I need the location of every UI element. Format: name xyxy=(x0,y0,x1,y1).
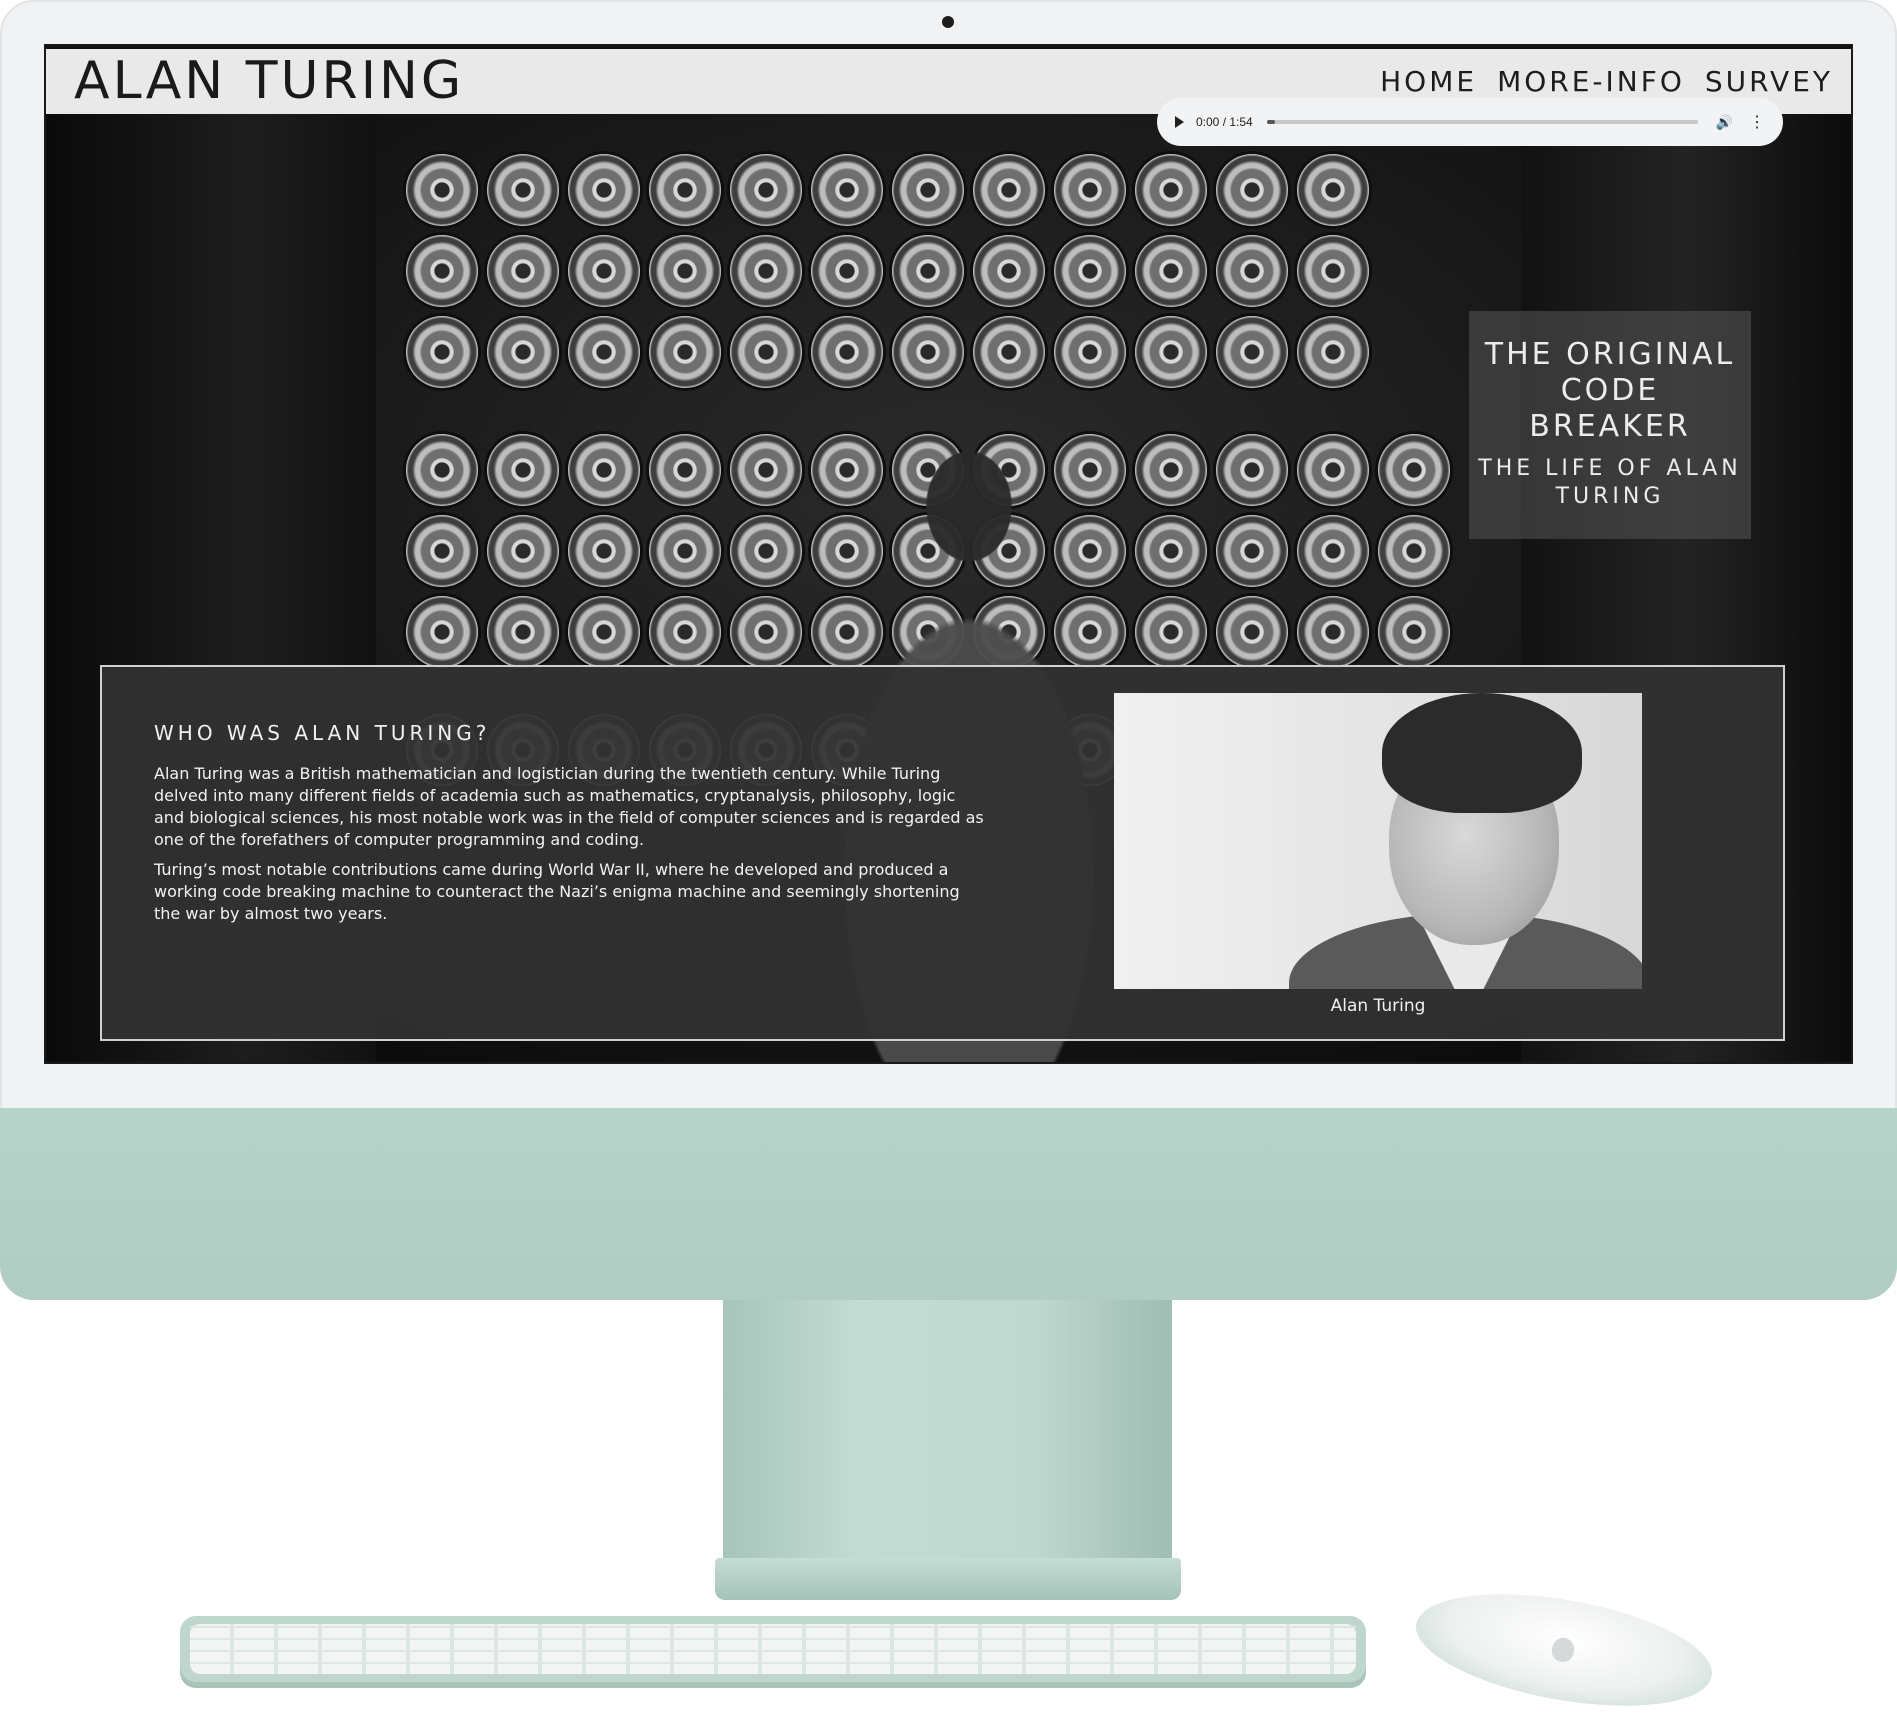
rotor-drum xyxy=(649,596,721,668)
rotor-drum xyxy=(649,235,721,307)
rotor-drum xyxy=(1297,596,1369,668)
camera-icon xyxy=(942,16,954,28)
rotor-drum xyxy=(1378,596,1450,668)
hero-tagline: THE ORIGINAL CODE BREAKER THE LIFE OF AL… xyxy=(1469,311,1751,539)
rotor-drum xyxy=(892,235,964,307)
rotor-drum xyxy=(1297,515,1369,587)
rotor-drum xyxy=(811,154,883,226)
rotor-drum xyxy=(892,316,964,388)
magic-mouse xyxy=(1407,1574,1721,1725)
rotor-drum xyxy=(730,515,802,587)
rotor-drum xyxy=(487,316,559,388)
rotor-drum xyxy=(406,596,478,668)
rotor-drum xyxy=(568,515,640,587)
imac-stand-foot xyxy=(715,1558,1181,1600)
more-vertical-icon[interactable]: ⋮ xyxy=(1749,112,1765,132)
rotor-drum xyxy=(1297,154,1369,226)
audio-time: 0:00 / 1:54 xyxy=(1196,115,1253,129)
rotor-drum xyxy=(406,434,478,506)
rotor-drum xyxy=(1054,154,1126,226)
rotor-drum xyxy=(406,316,478,388)
hero-subheadline: THE LIFE OF ALAN TURING xyxy=(1478,456,1742,509)
rotor-drum xyxy=(1135,434,1207,506)
rotor-drum xyxy=(406,154,478,226)
rotor-drum xyxy=(406,235,478,307)
rotor-drum xyxy=(811,235,883,307)
rotor-drum xyxy=(730,596,802,668)
rotor-drum xyxy=(1297,235,1369,307)
rotor-drum xyxy=(1135,154,1207,226)
info-text: Alan Turing was a British mathematician … xyxy=(154,763,984,933)
browser-viewport: ALAN TURING HOME MORE-INFO SURVEY 0:00 /… xyxy=(44,44,1853,1064)
keyboard xyxy=(180,1616,1366,1688)
rotor-drum xyxy=(1216,596,1288,668)
portrait-hair xyxy=(1382,693,1582,813)
rotor-drum xyxy=(1054,235,1126,307)
rotor-drum xyxy=(1378,434,1450,506)
alan-turing-portrait xyxy=(1114,693,1642,989)
rotor-drum xyxy=(730,235,802,307)
audio-player[interactable]: 0:00 / 1:54 🔊 ⋮ xyxy=(1157,98,1783,146)
info-paragraph-1: Alan Turing was a British mathematician … xyxy=(154,764,984,849)
info-heading: WHO WAS ALAN TURING? xyxy=(154,721,491,745)
keyboard-keys xyxy=(190,1624,1356,1674)
rotor-drum xyxy=(568,316,640,388)
rotor-drum xyxy=(1216,316,1288,388)
site-title[interactable]: ALAN TURING xyxy=(74,51,464,111)
rotor-drum xyxy=(1135,515,1207,587)
rotor-drum xyxy=(973,235,1045,307)
rotor-drum xyxy=(1216,515,1288,587)
portrait-caption: Alan Turing xyxy=(1330,996,1426,1016)
audio-progress-bar[interactable] xyxy=(1266,120,1698,124)
rotor-drum xyxy=(811,316,883,388)
rotor-drum xyxy=(649,434,721,506)
imac-chin xyxy=(0,1108,1897,1300)
rotor-drum xyxy=(487,596,559,668)
info-card: WHO WAS ALAN TURING? Alan Turing was a B… xyxy=(100,665,1785,1041)
info-paragraph-2: Turing’s most notable contributions came… xyxy=(154,860,960,923)
rotor-drum xyxy=(487,515,559,587)
rotor-drum xyxy=(1216,434,1288,506)
rotor-drum xyxy=(1135,596,1207,668)
rotor-drum xyxy=(649,154,721,226)
rotor-drum xyxy=(1054,316,1126,388)
imac-stand xyxy=(723,1300,1172,1575)
rotor-drum xyxy=(1297,316,1369,388)
volume-icon[interactable]: 🔊 xyxy=(1716,114,1733,131)
rotor-drum xyxy=(1135,316,1207,388)
rotor-drum xyxy=(568,154,640,226)
imac-display: ALAN TURING HOME MORE-INFO SURVEY 0:00 /… xyxy=(0,0,1897,1300)
rotor-drum xyxy=(568,596,640,668)
rotor-drum xyxy=(730,154,802,226)
hero-headline: THE ORIGINAL CODE BREAKER xyxy=(1484,337,1736,444)
play-icon[interactable] xyxy=(1175,116,1184,128)
apple-logo-icon xyxy=(1550,1636,1576,1664)
rotor-drum xyxy=(568,235,640,307)
rotor-drum xyxy=(730,434,802,506)
rotor-drum xyxy=(649,515,721,587)
rotor-drum xyxy=(1216,154,1288,226)
rotor-drum xyxy=(973,154,1045,226)
rotor-drum xyxy=(1297,434,1369,506)
rotor-drum xyxy=(730,316,802,388)
rotor-drum xyxy=(892,154,964,226)
rotor-drum xyxy=(1216,235,1288,307)
rotor-drum xyxy=(568,434,640,506)
rotor-drum xyxy=(487,154,559,226)
rotor-drum xyxy=(487,434,559,506)
rotor-drum xyxy=(1135,235,1207,307)
rotor-drum xyxy=(649,316,721,388)
rotor-drum xyxy=(487,235,559,307)
audio-progress-fill xyxy=(1266,120,1276,124)
rotor-drum xyxy=(973,316,1045,388)
rotor-drum xyxy=(1378,515,1450,587)
rotor-drum xyxy=(406,515,478,587)
